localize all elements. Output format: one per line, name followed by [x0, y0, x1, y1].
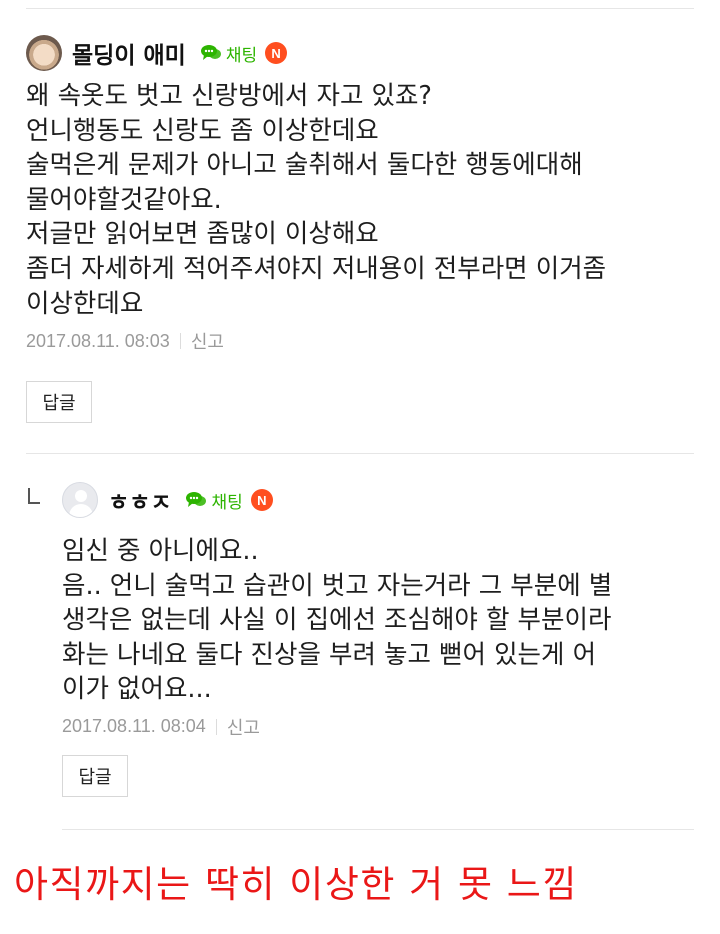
report-link[interactable]: 신고 — [227, 714, 260, 740]
speech-bubble-icon — [200, 45, 221, 60]
report-link[interactable]: 신고 — [191, 328, 224, 354]
new-badge: N — [265, 42, 288, 64]
comment-meta: 2017.08.11. 08:04 신고 — [62, 714, 702, 740]
nickname[interactable]: ㅎㅎㅈ — [108, 483, 171, 517]
timestamp: 2017.08.11. 08:03 — [26, 330, 170, 351]
comment-meta: 2017.08.11. 08:03 신고 — [26, 328, 696, 354]
reply-button[interactable]: 답글 — [26, 381, 92, 423]
nickname[interactable]: 몰딩이 애미 — [72, 36, 186, 70]
chat-label: 채팅 — [225, 45, 258, 66]
timestamp: 2017.08.11. 08:04 — [62, 716, 206, 737]
bottom-divider — [62, 829, 694, 830]
reply-button[interactable]: 답글 — [62, 755, 128, 797]
new-badge: N — [250, 489, 273, 511]
chat-button[interactable]: 채팅 — [185, 488, 243, 513]
comment: 몰딩이 애미 채팅 N 왜 속옷도 벗고 신랑방에서 자고 있죠? 언니행동도 … — [26, 33, 696, 354]
avatar[interactable] — [26, 35, 62, 71]
meta-separator — [179, 333, 181, 350]
chat-button[interactable]: 채팅 — [200, 41, 257, 66]
default-user-icon[interactable] — [62, 482, 98, 518]
reply-comment: ㅎㅎㅈ 채팅 N 임신 중 아니에요.. 음.. 언니 술먹고 습관이 벗고 자… — [62, 480, 702, 740]
reply-arrow-icon — [28, 488, 40, 504]
comment-header: ㅎㅎㅈ 채팅 N — [62, 480, 702, 520]
comment-body: 임신 중 아니에요.. 음.. 언니 술먹고 습관이 벗고 자는거라 그 부분에… — [62, 536, 613, 705]
top-divider — [26, 8, 694, 9]
caption-annotation: 아직까지는 딱히 이상한 거 못 느낌 — [14, 863, 578, 906]
comment-body: 왜 속옷도 벗고 신랑방에서 자고 있죠? 언니행동도 신랑도 좀 이상한데요 … — [26, 81, 607, 319]
comment-divider — [26, 453, 694, 454]
comment-header: 몰딩이 애미 채팅 N — [26, 33, 696, 73]
speech-bubble-icon — [186, 492, 207, 507]
meta-separator — [215, 718, 217, 735]
chat-label: 채팅 — [211, 492, 243, 513]
